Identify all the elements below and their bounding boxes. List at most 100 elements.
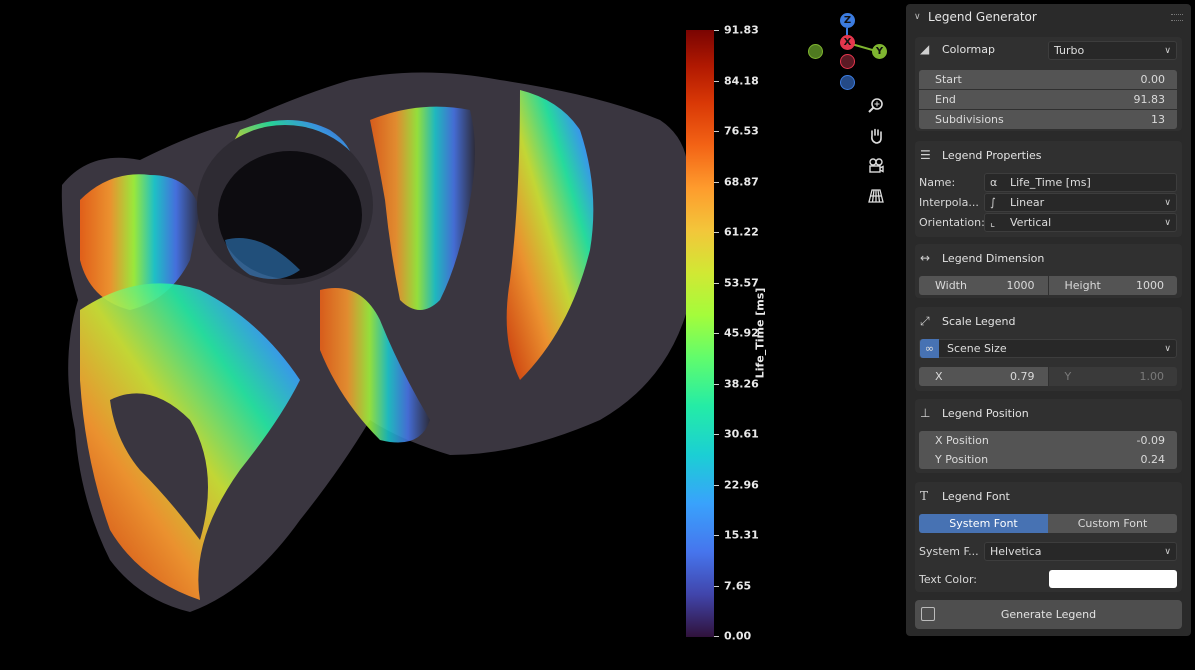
colorbar-tick <box>714 484 719 486</box>
pan-hand-icon[interactable] <box>862 122 890 150</box>
colorbar-tick-label: 61.22 <box>724 225 759 239</box>
scale-mode-value: Scene Size <box>947 342 1007 355</box>
y-position-value: 0.24 <box>1140 453 1166 466</box>
height-value: 1000 <box>1136 279 1164 292</box>
camera-icon[interactable] <box>862 152 890 180</box>
legend-position-title: Legend Position <box>942 406 1029 420</box>
y-position-field[interactable]: Y Position 0.24 <box>919 450 1177 469</box>
legend-generator-panel: ∨ Legend Generator ◢ Colormap Turbo ∨ St… <box>906 4 1191 636</box>
scale-x-value: 0.79 <box>1010 370 1035 383</box>
text-field-icon: α <box>990 176 998 189</box>
legend-dimension-title: Legend Dimension <box>942 251 1045 265</box>
subdivisions-field[interactable]: Subdivisions 13 <box>919 110 1177 129</box>
x-position-label: X Position <box>935 434 989 447</box>
link-icon: ∞ <box>920 339 939 358</box>
colorbar-tick <box>714 585 719 587</box>
scale-icon: ⤢ <box>920 313 930 328</box>
panel-header[interactable]: ∨ Legend Generator <box>906 4 1191 30</box>
text-color-swatch[interactable] <box>1049 570 1177 588</box>
legend-properties-title: Legend Properties <box>942 148 1042 162</box>
colormap-dropdown[interactable]: Turbo ∨ <box>1048 41 1177 60</box>
width-field[interactable]: Width 1000 <box>919 276 1049 295</box>
gizmo-z-axis[interactable]: Z <box>840 13 855 28</box>
name-input[interactable]: α Life_Time [ms] <box>984 173 1177 192</box>
orientation-icon: ⌞ <box>990 216 996 229</box>
height-field[interactable]: Height 1000 <box>1048 276 1177 295</box>
colorbar-tick <box>714 383 719 385</box>
colorbar <box>686 30 714 637</box>
scale-y-field: Y 1.00 <box>1048 367 1177 386</box>
chevron-down-icon[interactable]: ∨ <box>914 12 928 22</box>
gizmo-x-axis[interactable]: X <box>840 35 855 50</box>
name-label: Name: <box>919 176 956 189</box>
x-position-field[interactable]: X Position -0.09 <box>919 431 1177 450</box>
end-value: 91.83 <box>1133 93 1166 106</box>
gizmo-neg-y-axis[interactable] <box>808 44 823 59</box>
colorbar-tick <box>714 181 719 183</box>
zoom-icon[interactable] <box>862 92 890 120</box>
system-font-value: Helvetica <box>990 545 1042 558</box>
colormap-value: Turbo <box>1054 44 1085 57</box>
colorbar-tick-label: 76.53 <box>724 124 759 138</box>
colormap-icon: ◢ <box>920 42 930 56</box>
drag-grip-icon[interactable] <box>1171 13 1183 21</box>
scale-y-label: Y <box>1064 370 1072 383</box>
colorbar-tick <box>714 30 719 31</box>
text-color-label: Text Color: <box>919 573 977 586</box>
legend-properties-section: ☰ Legend Properties Name: α Life_Time [m… <box>915 141 1182 237</box>
start-field[interactable]: Start 0.00 <box>919 70 1177 89</box>
colorbar-tick-label: 30.61 <box>724 427 759 441</box>
colorbar-tick-label: 91.83 <box>724 23 759 37</box>
interpolation-dropdown[interactable]: ∫ Linear ∨ <box>984 193 1177 212</box>
heart-mesh-render <box>61 72 690 612</box>
colorbar-tick <box>714 636 719 637</box>
curve-icon: ∫ <box>990 196 996 209</box>
colorbar-tick <box>714 333 719 334</box>
subdivisions-value: 13 <box>1151 113 1165 126</box>
grid-perspective-icon[interactable] <box>862 182 890 210</box>
colormap-section: ◢ Colormap Turbo ∨ Start 0.00 End 91.83 … <box>915 37 1182 131</box>
scale-y-value: 1.00 <box>1139 370 1165 383</box>
end-label: End <box>935 93 956 106</box>
3d-viewport[interactable]: 91.83 84.18 76.53 68.87 61.22 53.57 45.92 38.26… <box>0 0 905 670</box>
font-icon: T <box>920 489 929 503</box>
colorbar-tick-label: 0.00 <box>724 629 752 643</box>
colorbar-tick <box>714 80 719 82</box>
scale-x-field[interactable]: X 0.79 <box>919 367 1049 386</box>
system-font-dropdown[interactable]: Helvetica ∨ <box>984 542 1177 561</box>
chevron-down-icon: ∨ <box>1164 217 1171 228</box>
gizmo-neg-z-axis[interactable] <box>840 75 855 90</box>
colorbar-tick-label: 68.87 <box>724 175 759 188</box>
generate-legend-label: Generate Legend <box>1000 608 1097 621</box>
orientation-value: Vertical <box>1010 216 1052 229</box>
scale-fields: X 0.79 Y 1.00 <box>919 367 1177 386</box>
system-font-label: System F... <box>919 545 979 558</box>
scale-mode-dropdown[interactable]: ∞ Scene Size ∨ <box>919 339 1177 358</box>
custom-font-tab[interactable]: Custom Font <box>1048 514 1177 533</box>
colorbar-tick-label: 84.18 <box>724 74 759 87</box>
chevron-down-icon: ∨ <box>1164 343 1171 354</box>
scale-legend-section: ⤢ Scale Legend ∞ Scene Size ∨ X 0.79 Y 1… <box>915 307 1182 391</box>
orientation-label: Orientation: <box>919 216 985 229</box>
colorbar-tick-label: 15.31 <box>724 528 759 542</box>
width-label: Width <box>935 279 967 292</box>
width-value: 1000 <box>1006 279 1035 292</box>
gizmo-neg-x-axis[interactable] <box>840 54 855 69</box>
interpolation-value: Linear <box>1010 196 1045 209</box>
generate-legend-button[interactable]: Generate Legend <box>915 600 1182 629</box>
start-label: Start <box>935 73 962 86</box>
orientation-dropdown[interactable]: ⌞ Vertical ∨ <box>984 213 1177 232</box>
colorbar-tick <box>714 282 719 284</box>
subdivisions-label: Subdivisions <box>935 113 1004 126</box>
chevron-down-icon: ∨ <box>1164 45 1171 56</box>
system-font-tab[interactable]: System Font <box>919 514 1048 533</box>
dimension-fields: Width 1000 Height 1000 <box>919 276 1177 295</box>
toggles-icon: ☰ <box>920 148 931 162</box>
scale-x-label: X <box>935 370 943 383</box>
gizmo-y-axis[interactable]: Y <box>872 44 887 59</box>
legend-dimension-section: ↔ Legend Dimension Width 1000 Height 100… <box>915 244 1182 298</box>
end-field[interactable]: End 91.83 <box>919 90 1177 109</box>
legend-font-section: T Legend Font System Font Custom Font Sy… <box>915 482 1182 592</box>
chevron-down-icon: ∨ <box>1164 197 1171 208</box>
colorbar-title: Life_Time [ms] <box>753 287 767 379</box>
